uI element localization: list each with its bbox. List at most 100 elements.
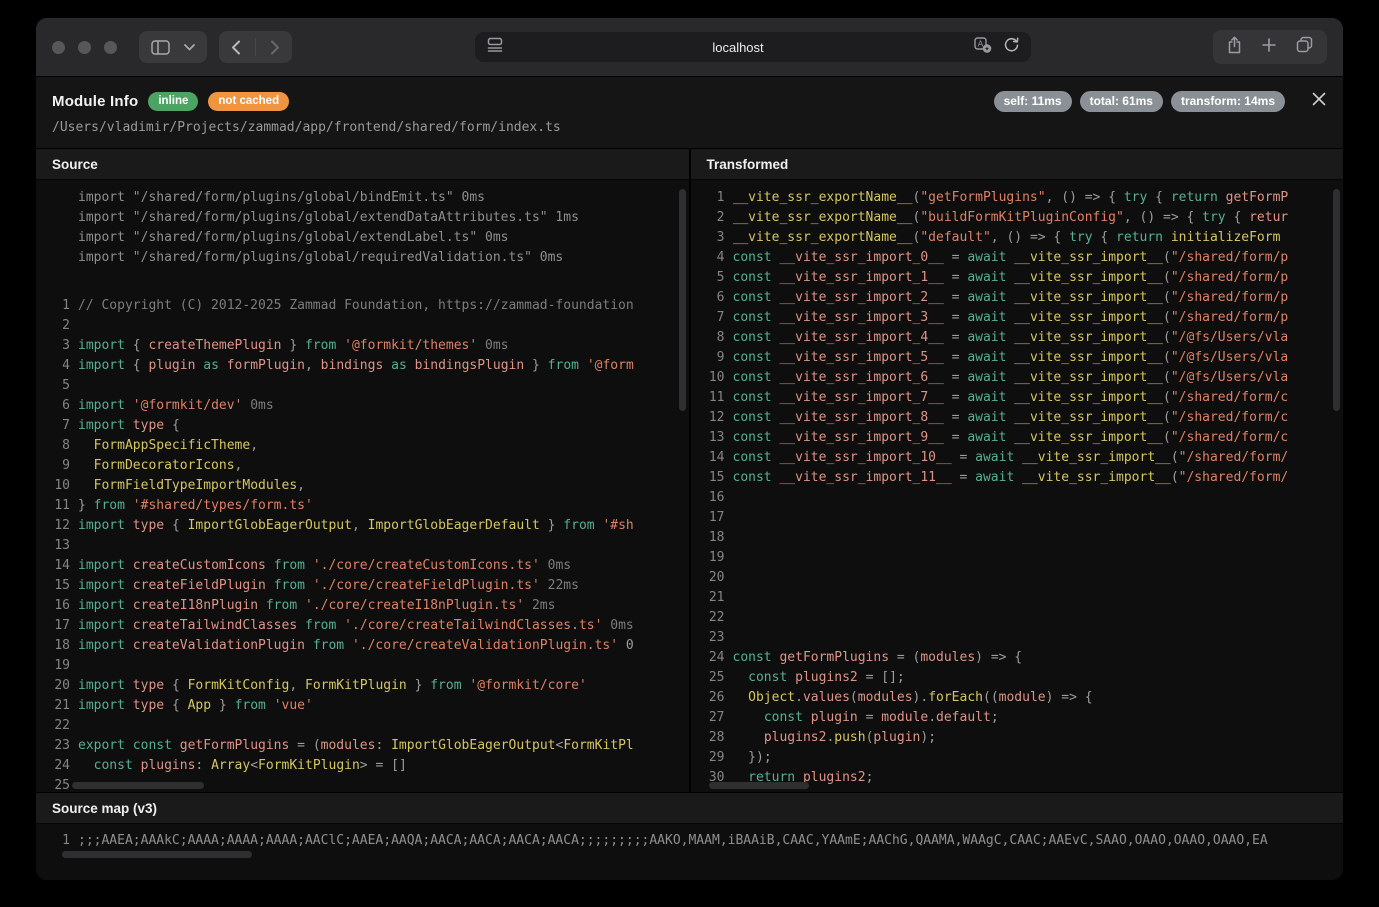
nav-group: [219, 31, 292, 63]
timing-transform: transform: 14ms: [1171, 91, 1285, 112]
transformed-vertical-scrollbar[interactable]: [1333, 189, 1340, 411]
code-line: 17import createTailwindClasses from './c…: [36, 616, 689, 636]
line-number: 13: [36, 536, 78, 556]
forward-button[interactable]: [270, 40, 280, 55]
code-line: 5const __vite_ssr_import_1__ = await __v…: [691, 268, 1344, 288]
transformed-horizontal-scrollbar[interactable]: [709, 782, 809, 789]
source-map-horizontal-scrollbar[interactable]: [62, 851, 252, 858]
code-line: 19: [36, 656, 689, 676]
code-line: import "/shared/form/plugins/global/bind…: [36, 188, 689, 208]
zoom-window-button[interactable]: [104, 41, 117, 54]
line-number: 23: [691, 628, 733, 648]
transformed-panel-title: Transformed: [691, 149, 1344, 180]
line-number: 10: [36, 476, 78, 496]
line-number: 20: [36, 676, 78, 696]
line-number: [36, 208, 78, 228]
code-line: 17: [691, 508, 1344, 528]
line-number: 21: [36, 696, 78, 716]
sidebar-toggle-button[interactable]: [151, 40, 170, 55]
line-number: 18: [691, 528, 733, 548]
line-number: 24: [36, 756, 78, 776]
line-number: 7: [691, 308, 733, 328]
code-line: import "/shared/form/plugins/global/requ…: [36, 248, 689, 268]
traffic-lights: [52, 41, 117, 54]
share-button[interactable]: [1227, 36, 1242, 59]
sidebar-menu-button[interactable]: [184, 44, 195, 51]
code-line: 25 const plugins2 = [];: [691, 668, 1344, 688]
code-line: import "/shared/form/plugins/global/exte…: [36, 228, 689, 248]
close-button[interactable]: [1311, 91, 1327, 112]
source-panel-title: Source: [36, 149, 689, 180]
transformed-code-area[interactable]: 1__vite_ssr_exportName__("getFormPlugins…: [691, 180, 1344, 792]
new-tab-button[interactable]: [1262, 38, 1276, 57]
line-number: 28: [691, 728, 733, 748]
module-file-path: /Users/vladimir/Projects/zammad/app/fron…: [52, 120, 1327, 148]
minimize-window-button[interactable]: [78, 41, 91, 54]
close-icon: [1311, 91, 1327, 112]
page-title: Module Info: [52, 93, 138, 110]
code-line: 7const __vite_ssr_import_3__ = await __v…: [691, 308, 1344, 328]
sidebar-group: [139, 31, 207, 63]
code-line: 14import createCustomIcons from './core/…: [36, 556, 689, 576]
code-line: 21import type { App } from 'vue': [36, 696, 689, 716]
line-number: 2: [36, 316, 78, 336]
source-vertical-scrollbar[interactable]: [679, 189, 686, 411]
code-line: 1// Copyright (C) 2012-2025 Zammad Found…: [36, 296, 689, 316]
code-line: 15const __vite_ssr_import_11__ = await _…: [691, 468, 1344, 488]
translate-icon: A ✦: [974, 37, 992, 58]
line-number: [36, 248, 78, 268]
code-line: 13: [36, 536, 689, 556]
reader-view-button[interactable]: [487, 37, 503, 57]
translate-button[interactable]: A ✦: [974, 37, 992, 58]
code-line: 20import type { FormKitConfig, FormKitPl…: [36, 676, 689, 696]
code-line: 11} from '#shared/types/form.ts': [36, 496, 689, 516]
line-number: 15: [691, 468, 733, 488]
line-number: 14: [691, 448, 733, 468]
close-window-button[interactable]: [52, 41, 65, 54]
line-number: 17: [691, 508, 733, 528]
line-number: 1: [36, 831, 78, 851]
chevron-right-icon: [270, 40, 280, 55]
back-button[interactable]: [231, 40, 241, 55]
line-number: 9: [36, 456, 78, 476]
line-number: 14: [36, 556, 78, 576]
chevron-left-icon: [231, 40, 241, 55]
code-line: import "/shared/form/plugins/global/exte…: [36, 208, 689, 228]
svg-text:✦: ✦: [984, 45, 990, 53]
toolbar-right-group: [1213, 30, 1327, 64]
address-bar[interactable]: localhost A ✦: [475, 32, 1031, 62]
code-line: 16import createI18nPlugin from './core/c…: [36, 596, 689, 616]
sidebar-icon: [151, 40, 170, 55]
code-line: 23: [691, 628, 1344, 648]
code-line: 4import { plugin as formPlugin, bindings…: [36, 356, 689, 376]
code-line: 6const __vite_ssr_import_2__ = await __v…: [691, 288, 1344, 308]
code-line: 14const __vite_ssr_import_10__ = await _…: [691, 448, 1344, 468]
code-line: 24 const plugins: Array<FormKitPlugin> =…: [36, 756, 689, 776]
tab-overview-button[interactable]: [1296, 36, 1313, 58]
source-code-area[interactable]: import "/shared/form/plugins/global/bind…: [36, 180, 689, 792]
line-number: 15: [36, 576, 78, 596]
code-line: 16: [691, 488, 1344, 508]
code-line: 12const __vite_ssr_import_8__ = await __…: [691, 408, 1344, 428]
line-number: 1: [36, 296, 78, 316]
code-line: 22: [36, 716, 689, 736]
code-line: 11const __vite_ssr_import_7__ = await __…: [691, 388, 1344, 408]
timing-pills: self: 11ms total: 61ms transform: 14ms: [994, 91, 1285, 112]
line-number: 25: [691, 668, 733, 688]
source-horizontal-scrollbar[interactable]: [72, 782, 204, 789]
line-number: 3: [36, 336, 78, 356]
code-line: 18: [691, 528, 1344, 548]
timing-total: total: 61ms: [1080, 91, 1163, 112]
line-number: 6: [691, 288, 733, 308]
code-line: 9 FormDecoratorIcons,: [36, 456, 689, 476]
line-number: 8: [691, 328, 733, 348]
badge-not-cached: not cached: [208, 92, 289, 111]
reload-button[interactable]: [1004, 37, 1019, 58]
nav-divider: [255, 38, 256, 56]
line-number: 4: [36, 356, 78, 376]
line-number: 19: [36, 656, 78, 676]
timing-self: self: 11ms: [994, 91, 1072, 112]
code-line: 2: [36, 316, 689, 336]
browser-window: localhost A ✦: [36, 18, 1343, 880]
line-number: 27: [691, 708, 733, 728]
